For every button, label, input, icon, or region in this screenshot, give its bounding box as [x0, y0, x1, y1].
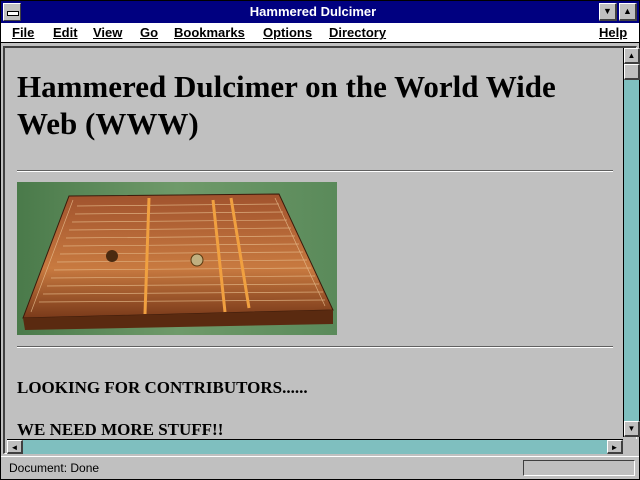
maximize-button[interactable]: ▲	[619, 3, 637, 21]
menu-bar: File Edit View Go Bookmarks Options Dire…	[1, 23, 639, 43]
arrow-up-icon: ▲	[627, 51, 636, 60]
horizontal-scrollbar[interactable]: ◄ ►	[7, 439, 623, 454]
horizontal-rule	[17, 346, 613, 348]
status-bar: Document: Done	[1, 456, 639, 479]
page-viewport[interactable]: Hammered Dulcimer on the World Wide Web …	[7, 50, 623, 439]
scroll-down-button[interactable]: ▼	[624, 421, 640, 437]
maximize-icon: ▲	[623, 6, 632, 16]
need-more-text: WE NEED MORE STUFF!!	[17, 420, 224, 439]
scroll-up-button[interactable]: ▲	[624, 48, 640, 64]
window-title: Hammered Dulcimer	[249, 4, 377, 19]
scroll-thumb[interactable]	[624, 64, 640, 80]
scroll-right-button[interactable]: ►	[607, 440, 623, 454]
menu-go[interactable]: Go	[140, 25, 158, 40]
menu-file[interactable]: File	[12, 25, 34, 40]
system-menu-icon[interactable]	[3, 3, 21, 21]
minimize-icon: ▼	[603, 6, 612, 16]
menu-edit[interactable]: Edit	[53, 25, 78, 40]
menu-options[interactable]: Options	[263, 25, 312, 40]
browser-window: Hammered Dulcimer ▼ ▲ File Edit View Go …	[0, 0, 640, 480]
arrow-down-icon: ▼	[627, 424, 636, 433]
dulcimer-image	[17, 182, 337, 335]
scrollbar-corner	[623, 439, 639, 454]
menu-help[interactable]: Help	[599, 25, 627, 40]
status-text: Document: Done	[9, 461, 100, 475]
menu-bookmarks[interactable]: Bookmarks	[174, 25, 245, 40]
progress-indicator	[523, 460, 635, 476]
page-heading: Hammered Dulcimer on the World Wide Web …	[17, 69, 556, 141]
horizontal-rule	[17, 170, 613, 172]
title-bar[interactable]: Hammered Dulcimer ▼ ▲	[1, 1, 639, 23]
menu-directory[interactable]: Directory	[329, 25, 386, 40]
content-frame: Hammered Dulcimer on the World Wide Web …	[3, 46, 640, 454]
minimize-button[interactable]: ▼	[599, 3, 617, 21]
vertical-scrollbar[interactable]: ▲ ▼	[623, 48, 640, 437]
contributors-text: LOOKING FOR CONTRIBUTORS......	[17, 378, 308, 397]
menu-view[interactable]: View	[93, 25, 122, 40]
arrow-left-icon: ◄	[10, 443, 19, 452]
arrow-right-icon: ►	[610, 443, 619, 452]
scroll-left-button[interactable]: ◄	[7, 440, 23, 454]
